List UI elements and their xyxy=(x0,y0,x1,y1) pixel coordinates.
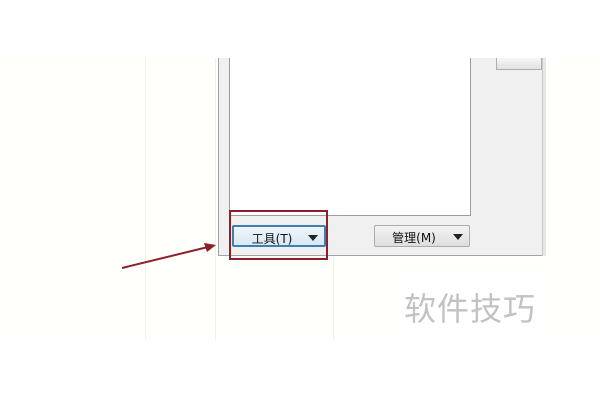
annotation-arrow-icon xyxy=(121,243,216,269)
watermark-text: 软件技巧 xyxy=(404,290,537,328)
